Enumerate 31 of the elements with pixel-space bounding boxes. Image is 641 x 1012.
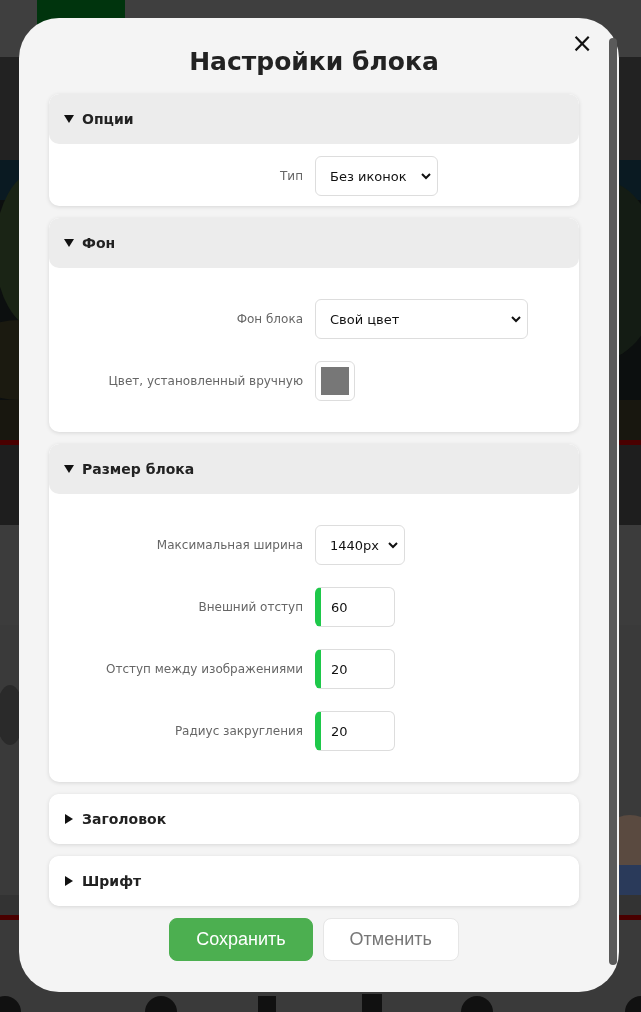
cancel-button[interactable]: Отменить	[322, 918, 459, 961]
close-button[interactable]: ×	[571, 30, 593, 56]
dialog-title: Настройки блока	[188, 46, 440, 78]
dropdown[interactable]: Без иконок	[315, 156, 438, 196]
color-picker[interactable]	[315, 361, 355, 401]
chevron-down-icon	[511, 315, 521, 323]
section-header[interactable]: Заголовок	[49, 794, 579, 844]
section-header[interactable]: Фон	[49, 218, 579, 268]
caret-down-icon	[64, 238, 74, 248]
section-header[interactable]: Шрифт	[49, 856, 579, 906]
field-label: Цвет, установленный вручную	[107, 374, 303, 388]
section-header[interactable]: Размер блока	[49, 444, 579, 494]
field-label: Тип	[279, 169, 303, 183]
dropdown[interactable]: 1440px	[315, 525, 405, 565]
chevron-down-icon	[421, 172, 431, 180]
field-label: Максимальная ширина	[155, 538, 303, 552]
caret-down-icon	[64, 464, 74, 474]
field-label: Отступ между изображениями	[104, 662, 303, 676]
section-header[interactable]: Опции	[49, 94, 579, 144]
caret-right-icon	[64, 876, 74, 886]
field-label: Радиус закругления	[173, 724, 303, 738]
dropdown[interactable]: Свой цвет	[315, 299, 528, 339]
chevron-down-icon	[388, 541, 398, 549]
number-input[interactable]: 60	[315, 587, 395, 627]
number-input[interactable]: 20	[315, 649, 395, 689]
scrollbar[interactable]	[609, 38, 617, 965]
caret-right-icon	[64, 814, 74, 824]
field-label: Внешний отступ	[197, 600, 303, 614]
number-input[interactable]: 20	[315, 711, 395, 751]
field-label: Фон блока	[235, 312, 303, 326]
caret-down-icon	[64, 114, 74, 124]
